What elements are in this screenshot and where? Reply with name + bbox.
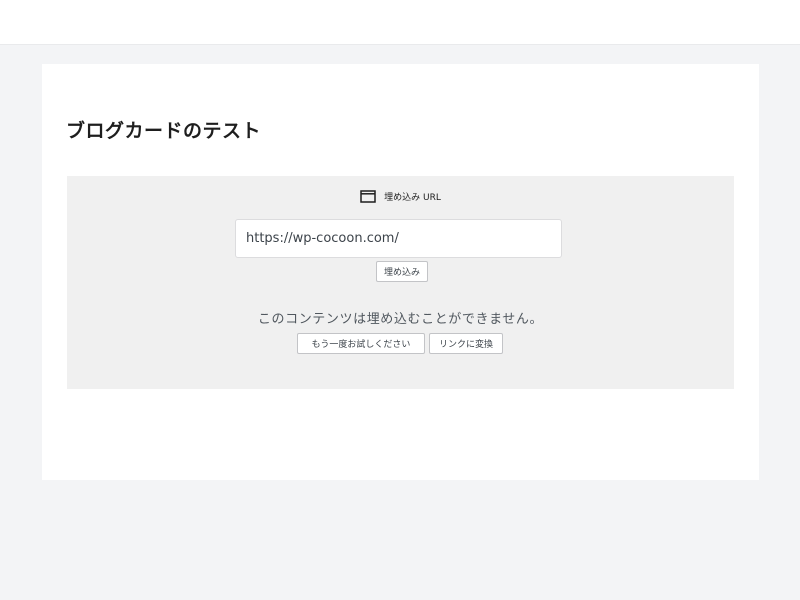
embed-error-message: このコンテンツは埋め込むことができません。 [257, 312, 544, 327]
post-title[interactable]: ブログカードのテスト [66, 116, 261, 143]
convert-to-link-button[interactable]: リンクに変換 [429, 333, 503, 354]
embed-url-input[interactable] [235, 219, 562, 258]
embed-block[interactable]: 埋め込み URL 埋め込み このコンテンツは埋め込むことができません。 もう一度… [67, 176, 734, 389]
embed-frame-icon [360, 190, 376, 203]
embed-placeholder-label: 埋め込み URL [67, 190, 734, 203]
embed-submit-button[interactable]: 埋め込み [376, 261, 428, 282]
editor-canvas: ブログカードのテスト 埋め込み URL 埋め込み このコンテンツは埋め込むことが… [42, 64, 759, 480]
editor-top-toolbar [0, 0, 800, 45]
retry-button[interactable]: もう一度お試しください [297, 333, 425, 354]
embed-label-text: 埋め込み URL [384, 193, 441, 203]
